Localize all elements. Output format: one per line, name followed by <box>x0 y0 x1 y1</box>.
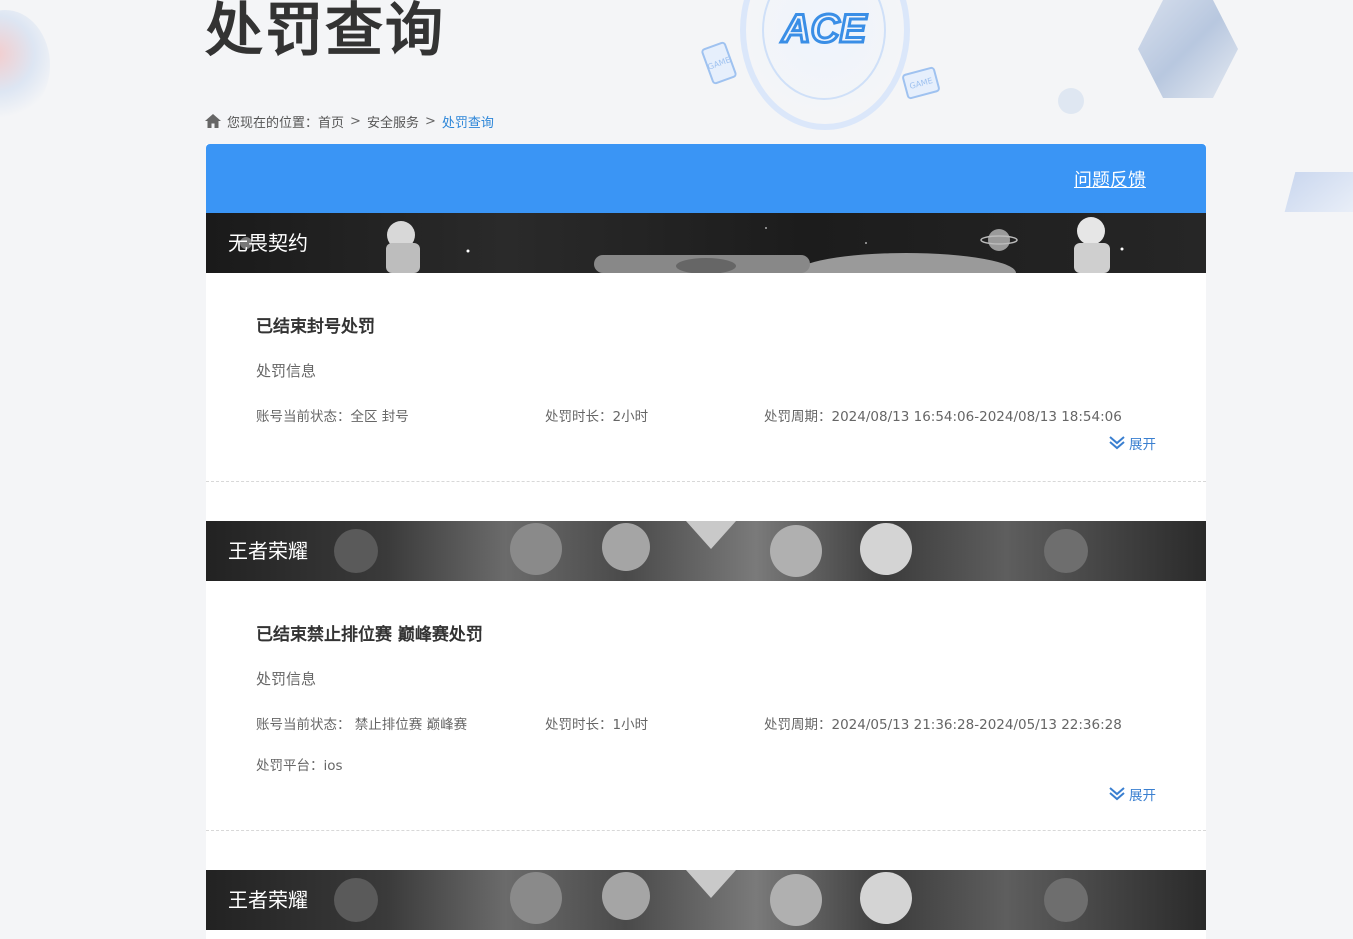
breadcrumb-separator: > <box>350 113 361 129</box>
space-banner-art <box>240 217 1124 273</box>
game-name: 王者荣耀 <box>228 888 308 912</box>
home-icon <box>205 114 221 128</box>
penalty-list-panel: 问题反馈 无畏契约 已结束封号处罚 处罚信息 账号当前状态：全区 封号 处罚时长… <box>206 144 1206 939</box>
penalty-details-row: 账号当前状态：全区 封号 处罚时长：2小时 处罚周期：2024/08/13 16… <box>256 407 1156 427</box>
game-tile-icon: GAME <box>901 66 941 100</box>
heroes-banner-art <box>334 870 1088 926</box>
expand-button[interactable]: 展开 <box>256 784 1156 804</box>
spacer <box>206 831 1206 870</box>
double-chevron-down-icon <box>1109 787 1125 801</box>
breadcrumb-security-services[interactable]: 安全服务 <box>367 112 419 131</box>
ace-logo: ACE <box>779 6 869 51</box>
account-status: 账号当前状态：全区 封号 <box>256 409 409 425</box>
breadcrumb: 您现在的位置： 首页 > 安全服务 > 处罚查询 <box>205 110 494 132</box>
account-status: 账号当前状态： 禁止排位赛 巅峰赛 <box>256 717 468 733</box>
penalty-platform: 处罚平台：ios <box>256 758 343 774</box>
game-name: 王者荣耀 <box>228 539 308 563</box>
breadcrumb-current: 处罚查询 <box>441 115 494 131</box>
heroes-banner-art <box>334 521 1088 577</box>
page-title: 处罚查询 <box>205 0 446 64</box>
breadcrumb-separator: > <box>424 113 436 129</box>
penalty-duration: 处罚时长：2小时 <box>545 409 649 425</box>
feedback-link[interactable]: 问题反馈 <box>1074 166 1146 192</box>
penalty-record: 已结束封号处罚 处罚信息 账号当前状态：全区 封号 处罚时长：2小时 处罚周期：… <box>206 273 1206 482</box>
background-hexagon-art <box>1138 0 1238 98</box>
record-title: 已结束禁止排位赛 巅峰赛处罚 <box>256 625 483 645</box>
double-chevron-down-icon <box>1109 436 1125 450</box>
expand-button[interactable]: 展开 <box>256 433 1156 453</box>
penalty-record: 已结束禁止排位赛 巅峰赛处罚 处罚信息 账号当前状态： 禁止排位赛 巅峰赛 处罚… <box>206 581 1206 831</box>
game-tile-icon: GAME <box>700 40 738 86</box>
breadcrumb-prefix: 您现在的位置： <box>227 115 319 131</box>
expand-label: 展开 <box>1129 437 1156 453</box>
breadcrumb-home[interactable]: 首页 <box>318 112 344 131</box>
game-name: 无畏契约 <box>228 231 308 255</box>
penalty-duration: 处罚时长：1小时 <box>545 717 649 733</box>
penalty-period: 处罚周期：2024/05/13 21:36:28-2024/05/13 22:3… <box>764 717 1122 733</box>
panel-header-bar: 问题反馈 <box>206 144 1206 213</box>
expand-label: 展开 <box>1129 788 1156 804</box>
record-title: 已结束封号处罚 <box>256 317 375 337</box>
penalty-period: 处罚周期：2024/08/13 16:54:06-2024/08/13 18:5… <box>764 409 1122 425</box>
game-banner: 王者荣耀 <box>206 870 1206 930</box>
page: ACE GAME GAME 处罚查询 您现在的位置： 首页 > 安全服务 > 处… <box>0 0 1353 939</box>
penalty-info-label: 处罚信息 <box>256 670 317 688</box>
svg-text:ACE: ACE <box>781 7 868 50</box>
game-banner: 王者荣耀 <box>206 521 1206 581</box>
game-banner: 无畏契约 <box>206 213 1206 273</box>
background-dot <box>1058 88 1084 114</box>
background-art-right <box>1284 172 1353 212</box>
background-art-left <box>0 10 50 120</box>
penalty-details-row: 账号当前状态： 禁止排位赛 巅峰赛 处罚时长：1小时 处罚周期：2024/05/… <box>256 715 1156 735</box>
spacer <box>206 482 1206 521</box>
penalty-info-label: 处罚信息 <box>256 362 317 380</box>
